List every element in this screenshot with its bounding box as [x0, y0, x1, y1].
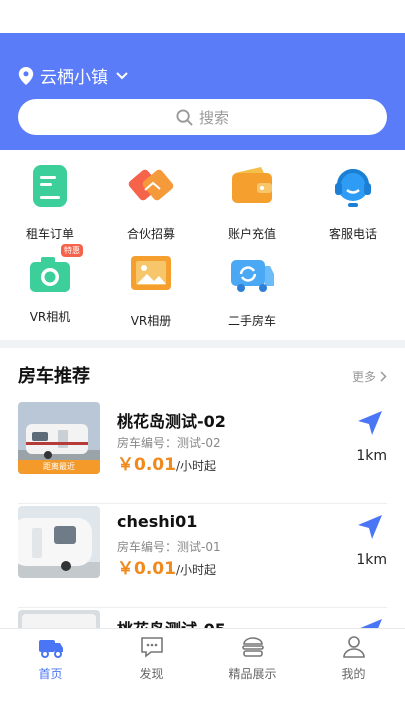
rv-thumbnail: 距离最近: [18, 402, 100, 474]
price-unit: /小时起: [175, 563, 216, 577]
more-label: 更多: [351, 370, 376, 384]
location-name: 云栖小镇: [40, 68, 108, 88]
rv-card[interactable]: cheshi01 房车编号：测试-01 ￥0.01/小时起 1km: [18, 504, 387, 608]
rv-price: ￥0.01/小时起: [117, 554, 216, 579]
price-value: ￥0.01: [117, 559, 176, 579]
discover-icon: [140, 637, 163, 658]
rv-name: cheshi01: [117, 512, 198, 531]
tab-profile[interactable]: 我的: [303, 635, 404, 682]
rv-code: 房车编号：测试-01: [117, 540, 221, 554]
navigation-arrow-icon[interactable]: [357, 514, 383, 540]
nearest-tag: 距离最近: [18, 460, 100, 474]
rv-name: 桃花岛测试-02: [117, 412, 226, 431]
discount-badge: 特惠: [61, 244, 83, 257]
order-icon: [33, 165, 67, 207]
grid-item-vr-camera[interactable]: 特惠 VR相机: [5, 244, 95, 325]
rv-card[interactable]: 距离最近 桃花岛测试-02 房车编号：测试-02 ￥0.01/小时起 1km: [18, 400, 387, 504]
tab-showcase[interactable]: 精品展示: [202, 635, 303, 682]
grid-item-account-topup[interactable]: 账户充值: [207, 163, 297, 242]
grid-label: 客服电话: [328, 227, 377, 241]
section-divider: [0, 340, 405, 348]
chevron-down-icon: [116, 71, 128, 79]
chevron-right-icon: [380, 371, 387, 382]
headset-icon: [335, 169, 371, 207]
rv-thumbnail: [18, 506, 100, 578]
tab-label: 精品展示: [228, 667, 277, 681]
search-icon: [176, 108, 193, 126]
grid-label: 租车订单: [25, 227, 74, 241]
tab-label: 发现: [139, 667, 164, 681]
status-area: [0, 0, 405, 33]
rv-code: 房车编号：测试-02: [117, 436, 221, 450]
price-unit: /小时起: [175, 459, 216, 473]
price-value: ￥0.01: [117, 455, 176, 475]
rv-icon: [231, 260, 274, 292]
bottom-tab-bar: 首页 发现 精品展示 我的: [0, 628, 405, 686]
rv-photo: [18, 506, 100, 578]
search-bar[interactable]: 搜索: [18, 99, 387, 135]
rv-distance: 1km: [356, 552, 387, 568]
tab-discover[interactable]: 发现: [101, 635, 202, 682]
tab-label: 我的: [341, 667, 366, 681]
grid-label: 二手房车: [227, 314, 276, 328]
wallet-icon: [232, 167, 272, 203]
grid-label: VR相册: [130, 314, 172, 328]
grid-label: 账户充值: [227, 227, 276, 241]
handshake-icon: [128, 169, 174, 201]
tab-home[interactable]: 首页: [0, 635, 101, 682]
showcase-icon: [241, 637, 264, 657]
location-selector[interactable]: 云栖小镇: [18, 63, 128, 88]
location-pin-icon: [18, 66, 34, 85]
grid-item-service-phone[interactable]: 客服电话: [308, 163, 398, 242]
app-page: 云栖小镇 搜索 租车订单 合伙招募 账户充值 客服电话 特惠 VR相机 VR相册…: [0, 0, 405, 720]
navigation-arrow-icon[interactable]: [357, 410, 383, 436]
rv-price: ￥0.01/小时起: [117, 450, 216, 475]
bottom-safe-area: [0, 686, 405, 720]
profile-icon: [342, 636, 365, 658]
header-banner: 云栖小镇 搜索: [0, 33, 405, 150]
grid-item-rental-orders[interactable]: 租车订单: [5, 163, 95, 242]
home-truck-icon: [38, 640, 63, 658]
more-link[interactable]: 更多: [352, 368, 387, 385]
section-header: 房车推荐 更多: [18, 362, 387, 388]
tab-label: 首页: [38, 667, 63, 681]
grid-item-vr-album[interactable]: VR相册: [106, 250, 196, 329]
section-title: 房车推荐: [18, 366, 90, 387]
grid-item-partner-recruit[interactable]: 合伙招募: [106, 163, 196, 242]
album-icon: [131, 256, 171, 290]
search-placeholder: 搜索: [198, 108, 229, 127]
grid-label: 合伙招募: [126, 227, 175, 241]
rv-distance: 1km: [356, 448, 387, 464]
camera-icon: 特惠: [27, 244, 83, 296]
grid-label: VR相机: [29, 310, 71, 324]
grid-item-used-rv[interactable]: 二手房车: [207, 250, 297, 329]
